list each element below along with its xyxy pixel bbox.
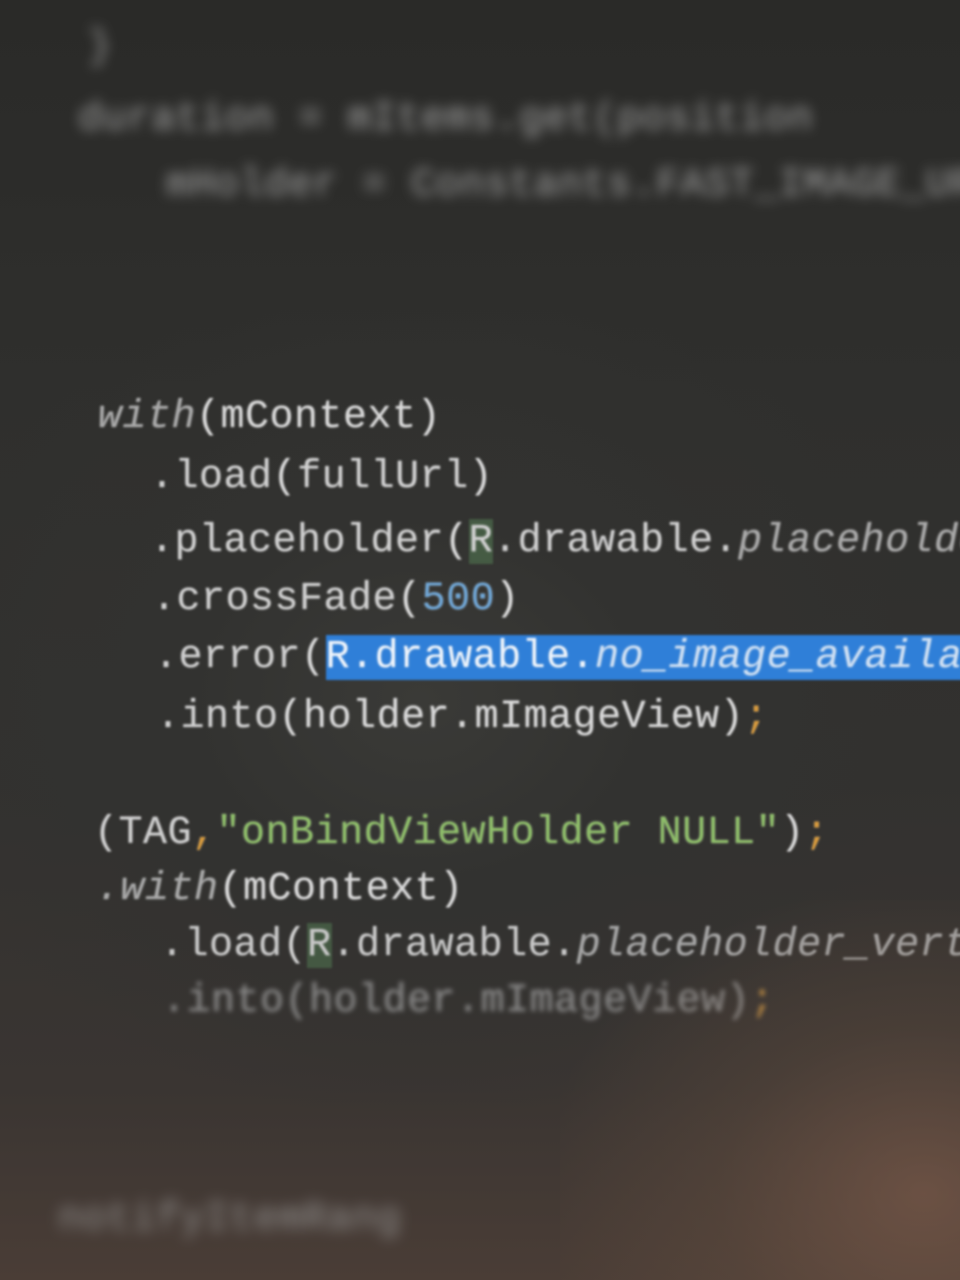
code-line-with[interactable]: with(mContext) xyxy=(0,334,441,440)
code-line-blurred-1: } xyxy=(0,25,113,70)
code-token-args: (holder.mImageView) xyxy=(278,695,745,740)
code-line-blurred-3: mHolder = Constants.FAST_IMAGE_URL_PR xyxy=(166,163,960,208)
code-token-close-paren: ) xyxy=(780,811,805,856)
code-token-semicolon: ; xyxy=(744,695,769,740)
code-line-crossfade[interactable]: .crossFade(500) xyxy=(54,516,520,622)
code-token-args: (holder.mImageView) xyxy=(284,979,751,1024)
code-line-blurred-2: duration = mItems.get(position xyxy=(0,97,814,142)
code-line-load-url[interactable]: .load(fullUrl) xyxy=(52,394,493,500)
code-token-method: .into xyxy=(156,695,279,740)
code-line-error[interactable]: .error(R.drawable.no_image_available) xyxy=(56,574,960,680)
code-token-semicolon: ; xyxy=(750,979,775,1024)
code-line-placeholder[interactable]: .placeholder(R.drawable.placeholder_v xyxy=(52,458,960,564)
code-line-load-placeholder[interactable]: .load(R.drawable.placeholder_vertical) xyxy=(62,862,960,968)
code-token-package: .drawable. xyxy=(493,519,739,564)
code-line-with-2[interactable]: .with(mContext) xyxy=(0,806,464,912)
code-editor-photo: } duration = mItems.get(position mHolder… xyxy=(0,0,960,1280)
code-line-into-2[interactable]: .into(holder.mImageView); xyxy=(64,918,775,1024)
code-token-semicolon: ; xyxy=(804,811,830,856)
code-token-method: .into xyxy=(162,979,285,1024)
code-line-blurred-bottom: notifyItemRang xyxy=(0,1197,402,1242)
code-line-log[interactable]: (TAG,"onBindViewHolder NULL"); xyxy=(0,750,829,856)
code-line-into[interactable]: .into(holder.mImageView); xyxy=(58,634,769,740)
code-token-field: placeholder_v xyxy=(738,519,960,564)
